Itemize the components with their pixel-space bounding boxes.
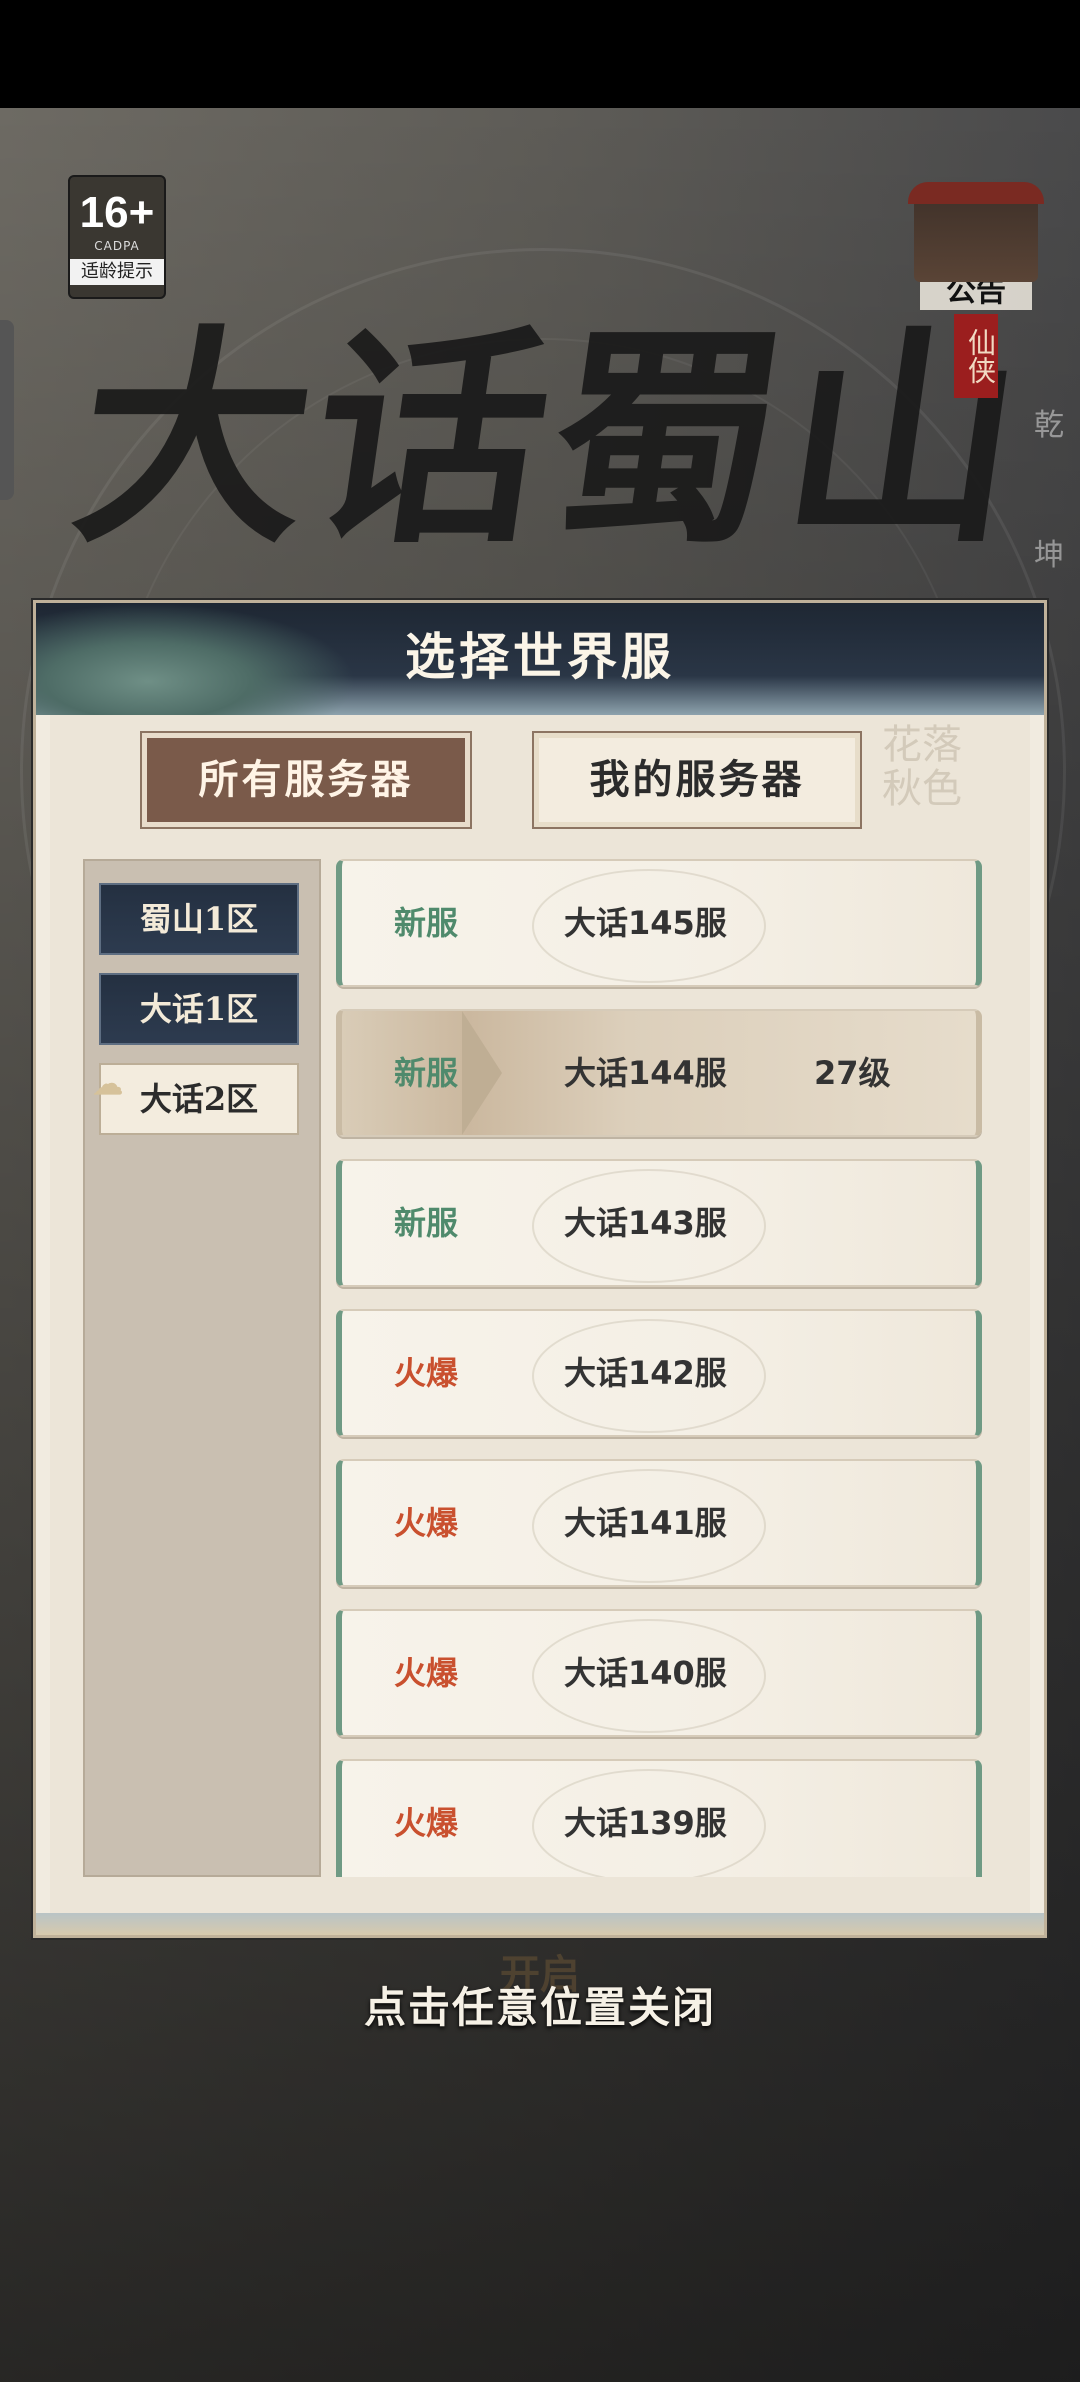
selection-chevron-icon [462,1011,502,1135]
server-row[interactable]: 新服 大话143服 [336,1159,982,1287]
server-status: 火爆 [394,1354,459,1392]
calligraphy-decoration: 花落 秋色 [882,722,962,812]
server-status: 火爆 [394,1804,459,1842]
notice-tag: 仙侠 [954,314,998,398]
server-status: 火爆 [394,1504,459,1542]
server-row[interactable]: 新服 大话145服 [336,859,982,987]
modal-title: 选择世界服 [405,627,675,686]
server-name: 大话140服 [564,1654,727,1692]
modal-footer-band [36,1913,1044,1935]
age-rating-badge[interactable]: 16+ CADPA 适龄提示 [68,175,166,299]
age-rating: 16+ [79,188,155,237]
server-status: 火爆 [394,1654,459,1692]
server-name: 大话142服 [564,1354,727,1392]
pavilion-icon [908,182,1044,282]
cloud-icon: ☁ [93,1067,123,1102]
server-list[interactable]: 新服 大话145服 新服 大话144服 27级 新服 大话143服 火爆 大话1… [336,859,1002,1877]
server-name: 大话145服 [564,904,727,942]
server-row-selected[interactable]: 新服 大话144服 27级 [336,1009,982,1137]
zone-item-dahua-1[interactable]: 大话1区 [99,973,299,1045]
server-name: 大话139服 [564,1804,727,1842]
modal-header: 选择世界服 [36,603,1044,715]
zone-item-dahua-2[interactable]: ☁ 大话2区 [93,1063,299,1135]
server-name: 大话144服 [564,1054,727,1092]
age-rating-tip: 适龄提示 [70,259,164,285]
zone-item-label: 大话2区 [139,1080,259,1118]
side-glyph-qian: 乾 [1034,408,1064,443]
tab-all-servers[interactable]: 所有服务器 [142,733,470,827]
age-rating-org: CADPA [94,239,140,253]
character-level: 27级 [814,1054,891,1092]
server-row[interactable]: 火爆 大话142服 [336,1309,982,1437]
status-bar [0,0,1080,108]
server-row[interactable]: 火爆 大话141服 [336,1459,982,1587]
zone-list: 蜀山1区 大话1区 ☁ 大话2区 [83,859,321,1877]
server-status: 新服 [394,904,459,942]
server-name: 大话141服 [564,1504,727,1542]
server-select-modal: 选择世界服 花落 秋色 所有服务器 我的服务器 蜀山1区 大话1区 ☁ 大话2区 … [33,600,1047,1938]
game-logo-title: 大话蜀山 [61,305,1043,575]
server-row[interactable]: 火爆 大话140服 [336,1609,982,1737]
server-status: 新服 [394,1054,459,1092]
tap-to-close-hint[interactable]: 点击任意位置关闭 [0,1980,1080,2036]
side-pull-tab[interactable] [0,320,14,500]
server-status: 新服 [394,1204,459,1242]
tab-my-servers[interactable]: 我的服务器 [534,733,860,827]
zone-item-shushan-1[interactable]: 蜀山1区 [99,883,299,955]
notice-button[interactable]: 公告 仙侠 [908,182,1044,402]
server-row[interactable]: 火爆 大话139服 [336,1759,982,1877]
side-glyph-kun: 坤 [1034,538,1064,573]
server-name: 大话143服 [564,1204,727,1242]
